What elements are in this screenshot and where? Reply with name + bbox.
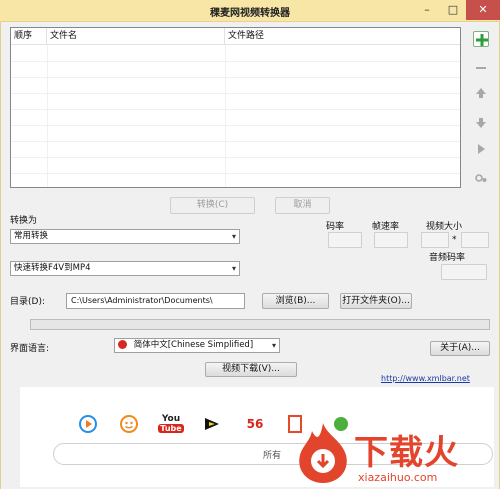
convert-preset-value: 快速转换F4V到MP4 [14,263,91,273]
row-line [11,173,460,174]
youku-icon[interactable] [201,413,223,435]
language-label: 界面语言: [10,344,50,354]
move-up-button[interactable] [473,85,489,101]
progress-bar [30,319,490,330]
watermark-brand: 下载火 [354,433,459,473]
chevron-down-icon: ▾ [231,232,236,241]
column-header-filepath[interactable]: 文件路径 [225,28,460,45]
row-line [11,141,460,142]
settings-icon [475,174,487,182]
play-button[interactable] [473,141,489,157]
move-down-button[interactable] [473,115,489,131]
row-line [11,109,460,110]
convert-category-select[interactable]: 常用转换 ▾ [10,229,240,244]
website-link[interactable]: http://www.xmlbar.net [381,374,470,383]
file-list[interactable]: 顺序 文件名 文件路径 [10,27,461,188]
xiazaihuo-watermark: 下载火 xiazaihuo.com [290,421,500,489]
browse-button[interactable]: 浏览(B)... [262,293,329,309]
video-size-label: 视频大小 [426,222,463,232]
title-bar[interactable]: 稞麦网视频转换器 – □ ✕ [0,0,500,22]
video-download-button[interactable]: 视频下载(V)... [205,362,297,377]
size-separator: * [452,235,457,245]
move-up-icon [476,88,486,98]
youtube-top-text: You [161,414,181,424]
row-line [11,61,460,62]
add-file-button[interactable] [473,31,489,47]
china-flag-icon [118,340,127,349]
audio-bitrate-label: 音频码率 [429,253,466,263]
remove-icon [476,67,486,69]
remove-file-button[interactable] [473,60,489,76]
row-line [11,93,460,94]
about-button[interactable]: 关于(A)... [430,341,490,356]
close-button[interactable]: ✕ [466,0,500,20]
youtube-bottom-text: Tube [158,424,184,433]
chevron-down-icon: ▾ [271,341,276,350]
row-line [11,125,460,126]
column-header-order[interactable]: 顺序 [11,28,47,45]
play-icon [478,144,485,154]
site-search-placeholder: 所有 [263,451,282,461]
row-line [11,77,460,78]
bitrate-label: 码率 [326,222,345,232]
video-height-field [461,232,489,248]
maximize-button[interactable]: □ [440,0,466,20]
language-value: 简体中文[Chinese Simplified] [133,340,254,350]
column-divider [225,45,226,187]
flame-logo-icon [299,423,347,483]
framerate-field [374,232,408,248]
56-icon[interactable]: 56 [242,413,268,435]
youtube-icon[interactable]: You Tube [158,413,184,435]
move-down-icon [476,118,486,128]
minimize-button[interactable]: – [414,0,440,20]
directory-label: 目录(D): [10,297,45,307]
directory-input[interactable]: C:\Users\Administrator\Documents\ [66,293,245,309]
column-divider [47,45,48,187]
column-header-filename[interactable]: 文件名 [47,28,225,45]
convert-category-value: 常用转换 [14,231,49,241]
convert-button[interactable]: 转换(C) [170,197,255,214]
bitrate-field [328,232,362,248]
open-folder-button[interactable]: 打开文件夹(O)... [340,293,412,309]
audio-bitrate-field [441,264,487,280]
add-icon [476,34,488,46]
watermark-domain: xiazaihuo.com [358,471,438,484]
tencent-video-icon[interactable] [77,413,99,435]
settings-button[interactable] [473,170,489,186]
convert-preset-select[interactable]: 快速转换F4V到MP4 ▾ [10,261,240,276]
cancel-button[interactable]: 取消 [275,197,330,214]
chevron-down-icon: ▾ [231,264,236,273]
row-line [11,157,460,158]
framerate-label: 帧速率 [372,222,400,232]
tudou-icon[interactable] [118,413,140,435]
convert-to-label: 转换为 [10,216,38,226]
language-select[interactable]: 简体中文[Chinese Simplified] ▾ [114,338,280,353]
video-width-field [421,232,449,248]
